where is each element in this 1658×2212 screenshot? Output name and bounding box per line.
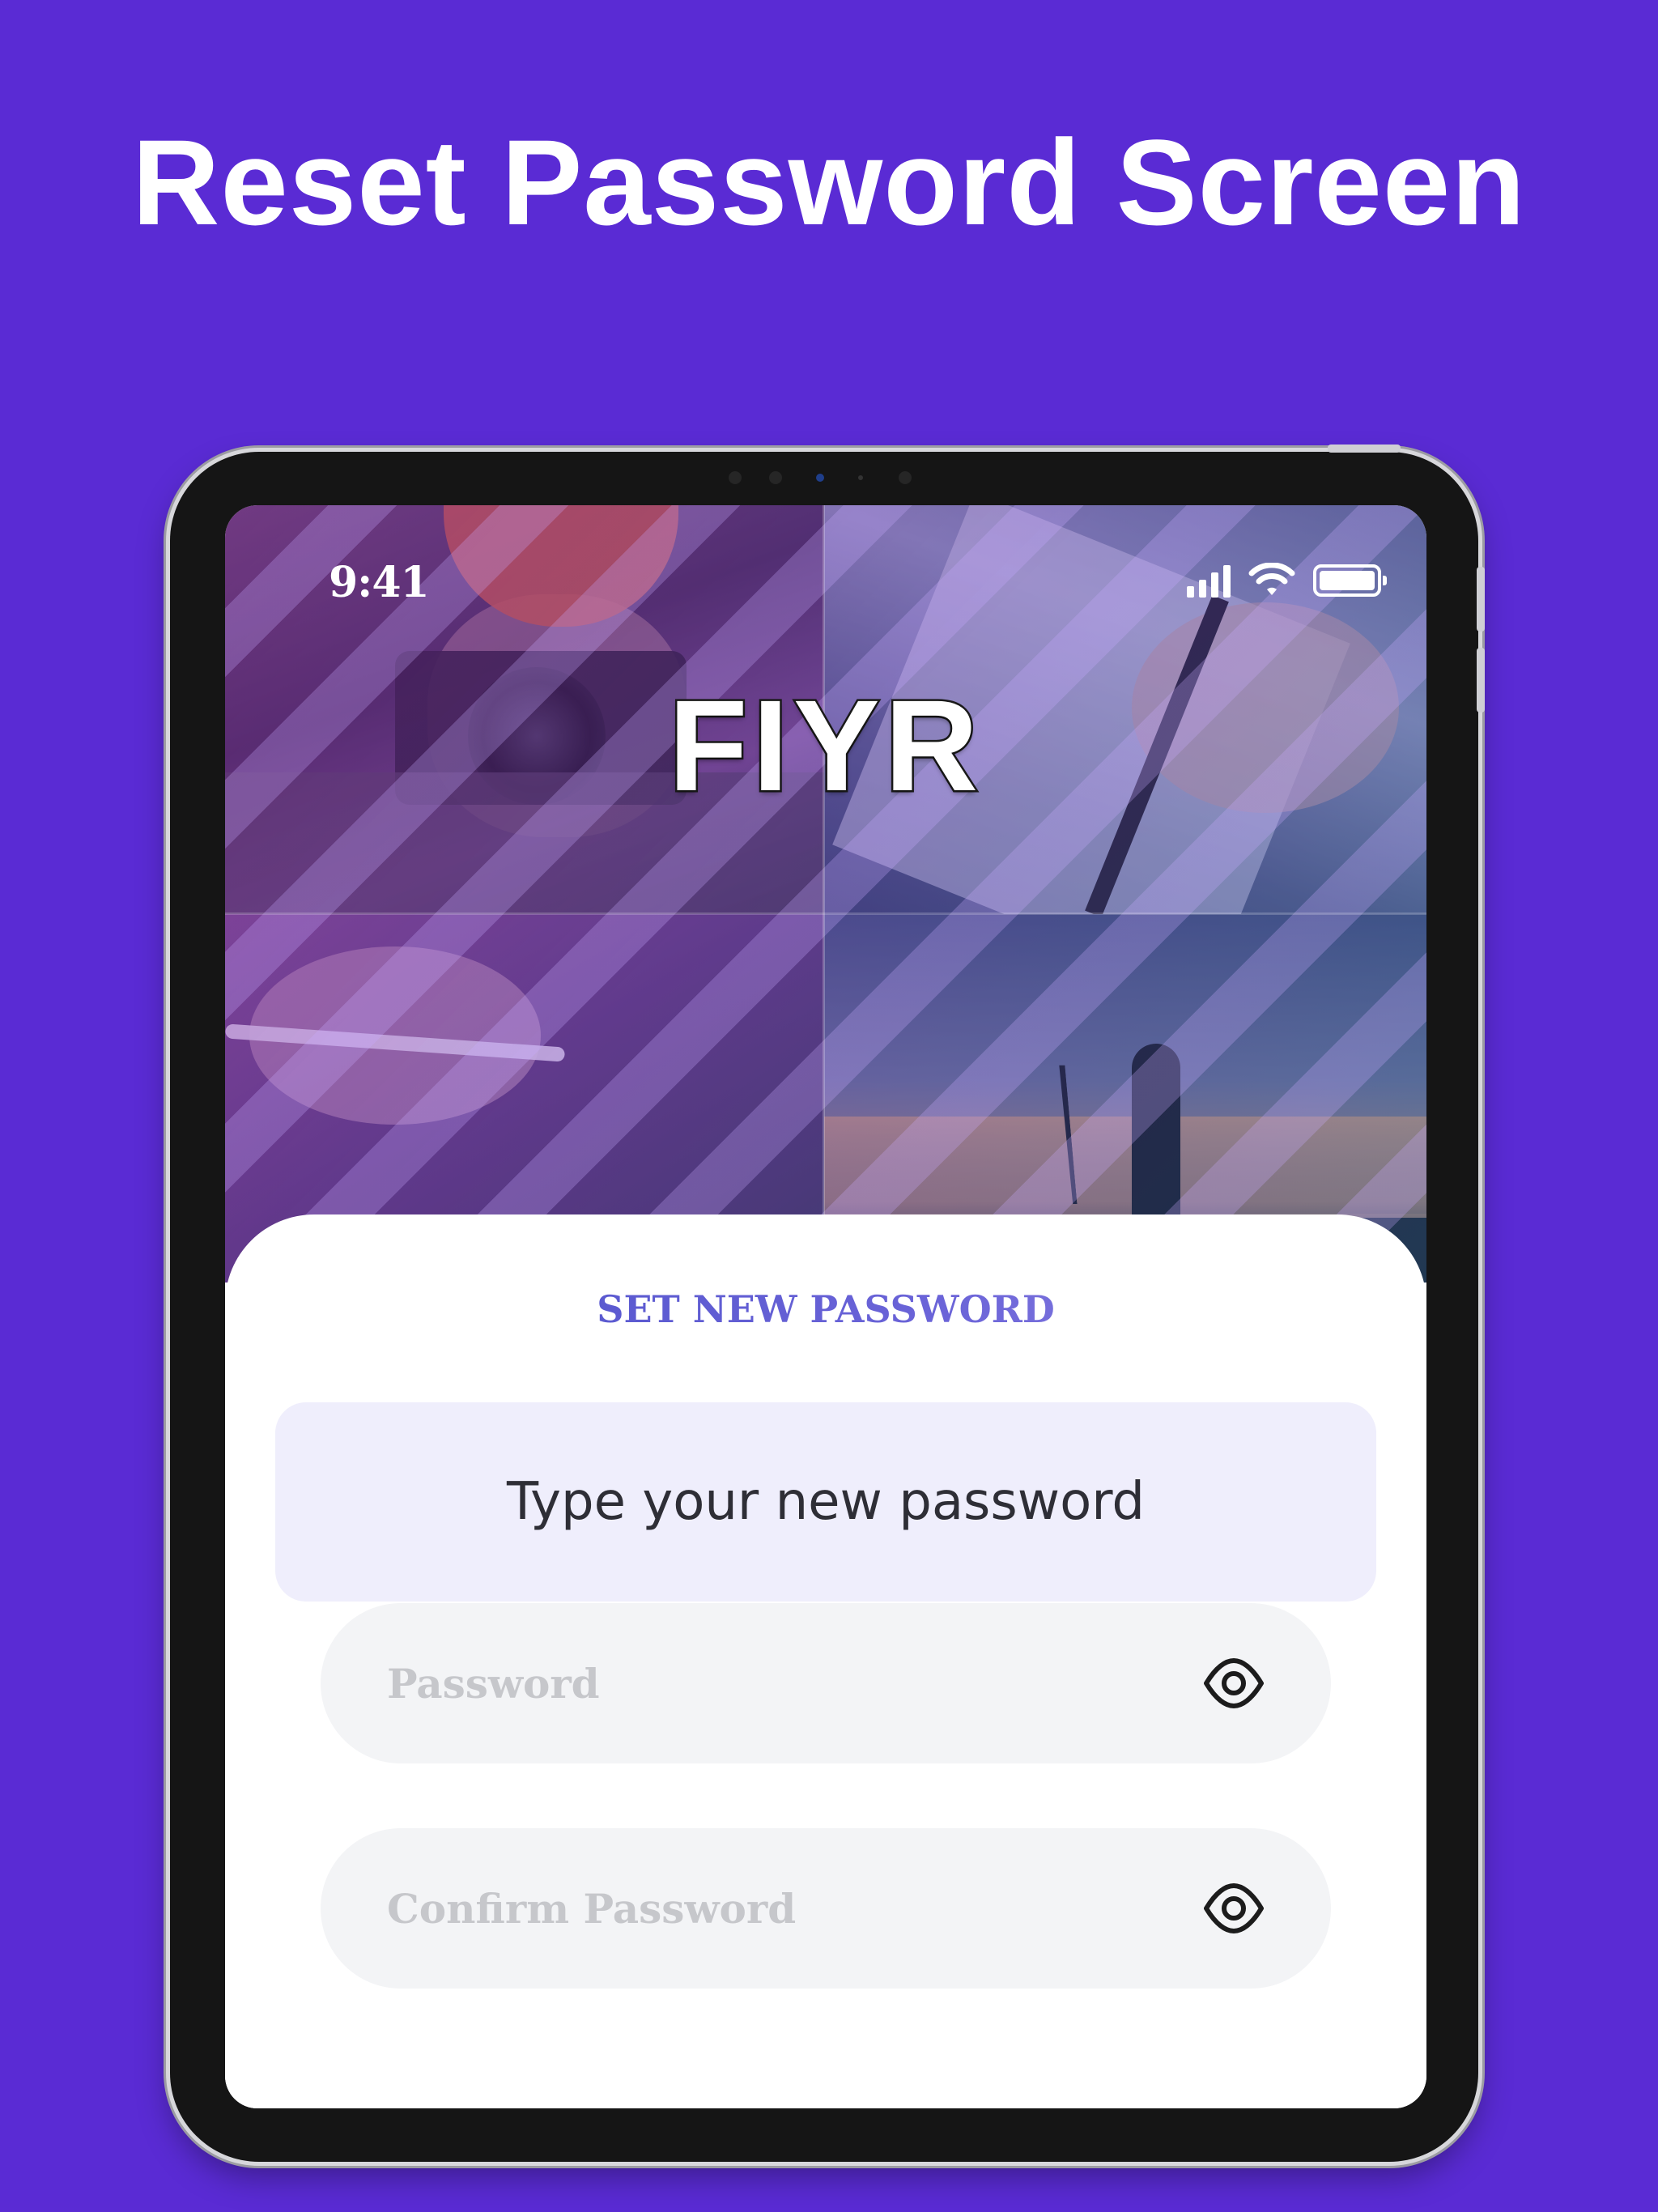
volume-up-button xyxy=(1477,567,1485,632)
eye-icon[interactable] xyxy=(1201,1651,1266,1716)
app-logo: FIYR xyxy=(666,671,984,820)
confirm-password-field[interactable] xyxy=(321,1828,1331,1989)
instruction-box: Type your new password xyxy=(275,1402,1376,1602)
status-time: 9:41 xyxy=(329,558,430,607)
collage-divider-vertical xyxy=(823,505,825,1283)
password-field[interactable] xyxy=(321,1603,1331,1763)
instruction-text: Type your new password xyxy=(506,1472,1146,1532)
wifi-icon xyxy=(1248,563,1295,595)
battery-icon xyxy=(1313,564,1387,597)
status-icons xyxy=(1187,560,1387,601)
hero-stripes-overlay xyxy=(225,505,1426,1283)
volume-down-button xyxy=(1477,648,1485,713)
password-input[interactable] xyxy=(385,1658,1201,1708)
top-button xyxy=(1328,445,1401,453)
promo-page: Reset Password Screen 9:41 FIYR SET NEW … xyxy=(0,0,1658,2212)
device-screen: 9:41 FIYR SET NEW PASSWORD Type your new… xyxy=(225,505,1426,2108)
sheet-title: SET NEW PASSWORD xyxy=(225,1287,1426,1331)
front-camera xyxy=(729,468,923,487)
promo-headline: Reset Password Screen xyxy=(132,114,1526,250)
eye-icon[interactable] xyxy=(1201,1876,1266,1941)
cellular-signal-icon xyxy=(1187,564,1231,598)
collage-divider-horizontal xyxy=(225,912,1426,915)
confirm-password-input[interactable] xyxy=(385,1883,1201,1933)
hero-collage: 9:41 FIYR xyxy=(225,505,1426,1283)
